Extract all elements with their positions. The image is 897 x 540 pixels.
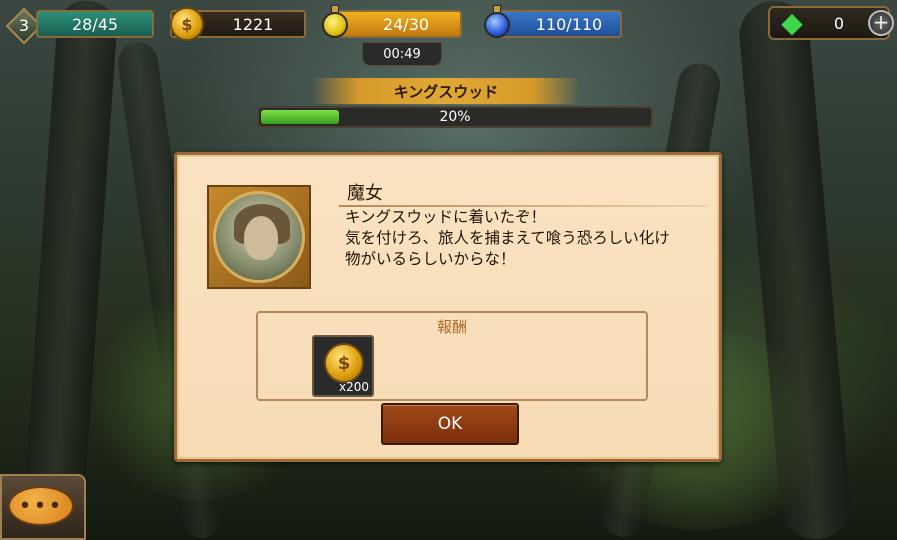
gem-value: 0 — [833, 13, 845, 33]
dialog-line: キングスウッドに着いたぞ！ — [345, 208, 547, 226]
chat-button[interactable]: ••• — [0, 474, 86, 540]
dialog-line: 物がいるらしいからな！ — [345, 250, 516, 268]
xp-value: 28/45 — [71, 14, 119, 34]
location-progress-label: 20% — [439, 109, 471, 125]
gold-value: 1221 — [232, 14, 274, 34]
stamina-value: 24/30 — [382, 14, 430, 34]
stamina-timer: 00:49 — [362, 42, 442, 66]
xp-bar: 28/45 — [36, 10, 154, 38]
blue-potion-icon — [480, 4, 514, 42]
reward-item[interactable]: $ x200 — [312, 335, 374, 397]
speaker-name: 魔女 — [347, 183, 383, 204]
portrait-frame — [207, 185, 311, 289]
reward-title: 報酬 — [436, 318, 467, 336]
gold-coin-icon: $ — [170, 7, 204, 41]
green-gem-icon: ◆ — [781, 5, 803, 39]
ok-button[interactable]: OK — [381, 403, 519, 445]
witch-portrait — [213, 191, 305, 283]
location-banner: キングスウッド — [312, 78, 580, 104]
chat-bubble-icon: ••• — [8, 486, 74, 526]
stamina-timer-value: 00:49 — [383, 46, 421, 62]
mana-value: 110/110 — [535, 14, 603, 34]
dialog-line: 気を付けろ、旅人を捕まえて喰う恐ろしい化け — [345, 229, 670, 247]
location-name: キングスウッド — [393, 82, 499, 101]
location-progress-bar: 20% — [257, 106, 653, 128]
reward-box: 報酬 $ x200 — [256, 311, 648, 401]
story-dialog: 魔女 キングスウッドに着いたぞ！ 気を付けろ、旅人を捕まえて喰う恐ろしい化け 物… — [174, 152, 722, 462]
gold-coin-icon: $ — [324, 343, 364, 383]
reward-quantity: x200 — [338, 380, 369, 394]
dialog-text: キングスウッドに着いたぞ！ 気を付けろ、旅人を捕まえて喰う恐ろしい化け 物がいる… — [345, 207, 715, 270]
add-gems-button[interactable]: + — [868, 10, 894, 36]
yellow-potion-icon — [318, 4, 352, 42]
